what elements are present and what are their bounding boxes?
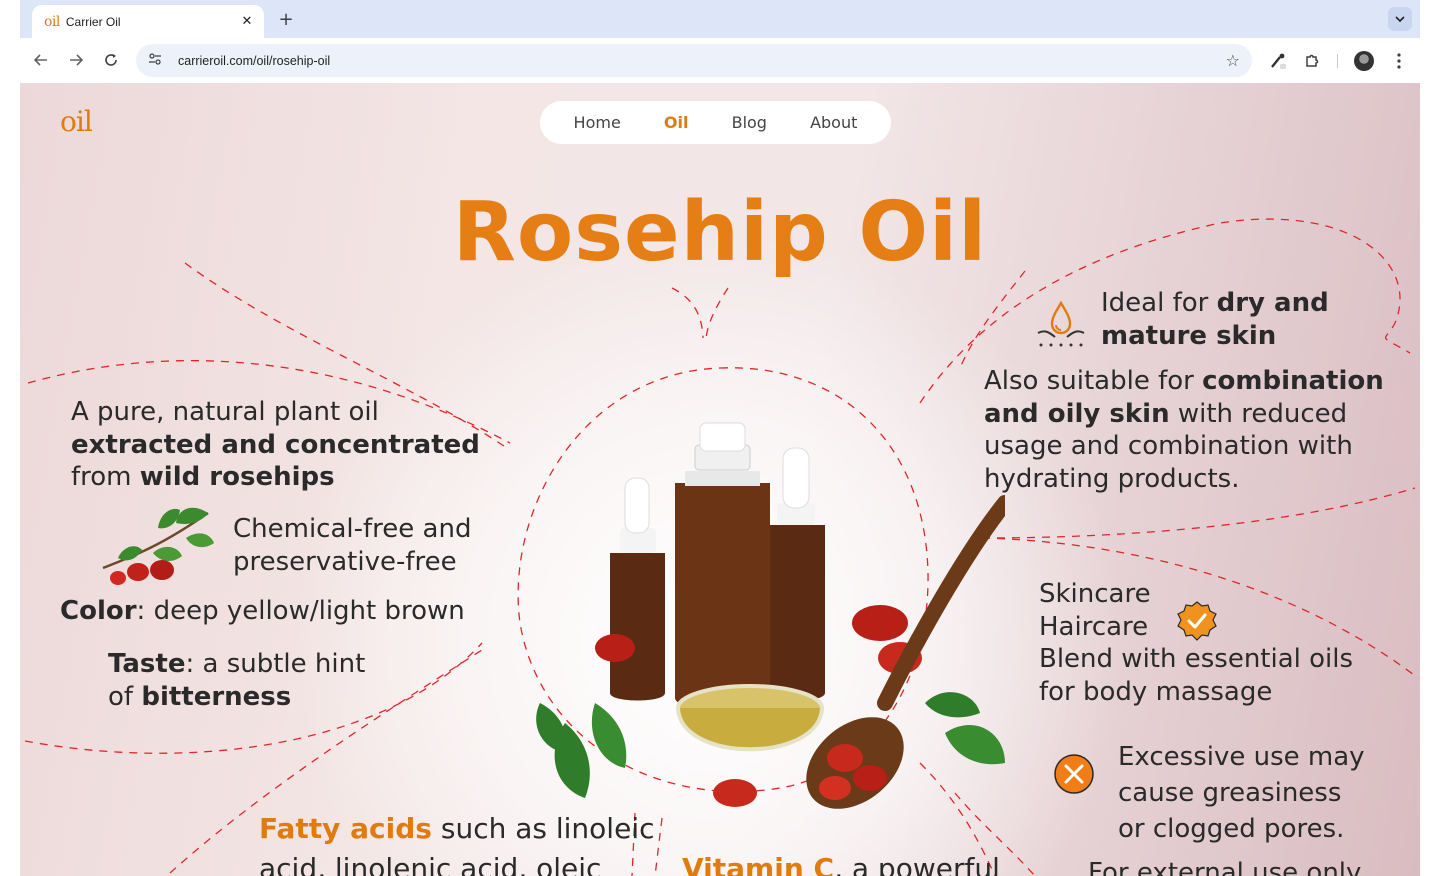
browser-toolbar: carrieroil.com/oil/rosehip-oil ☆ (20, 38, 1420, 83)
taste-label: Taste (108, 649, 186, 679)
color-text: Color: deep yellow/light brown (60, 595, 465, 628)
nav-about[interactable]: About (810, 113, 857, 132)
fatty-acids-line-2: acid, linolenic acid, oleic (259, 852, 602, 876)
ideal-line-1-bold: dry and (1216, 288, 1329, 318)
verified-badge-icon (1177, 601, 1217, 641)
use-blend-line-2: for body massage (1039, 676, 1273, 707)
intro-line-2: extracted and concentrated (71, 429, 480, 460)
warning-text: Excessive use may cause greasiness or cl… (1118, 739, 1365, 847)
browser-chrome: oil Carrier Oil ✕ + carrieroil.com/oil/r… (20, 0, 1420, 83)
close-icon[interactable]: ✕ (238, 14, 256, 29)
nav-home[interactable]: Home (574, 113, 621, 132)
taste-value: : a subtle hint (185, 649, 366, 679)
suitable-line-2: with reduced (1169, 398, 1348, 429)
tab-favicon: oil (44, 13, 60, 30)
toolbar-separator (1337, 54, 1338, 68)
warning-x-icon (1054, 754, 1094, 794)
taste-line-2: of (108, 681, 142, 712)
suitable-line-3: usage and combination with (984, 431, 1353, 461)
arrow-left-icon (34, 54, 47, 66)
extension-pen-icon[interactable] (1266, 49, 1290, 73)
fatty-acids-line-1: such as linoleic (431, 812, 655, 845)
rosehip-branch-icon (102, 507, 214, 585)
vitamin-c-label: Vitamin C (682, 852, 835, 876)
extensions-puzzle-icon[interactable] (1300, 49, 1324, 73)
ideal-text: Ideal for dry and mature skin (1101, 287, 1329, 352)
main-nav: Home Oil Blog About (540, 101, 891, 144)
intro-line-1: A pure, natural plant oil (71, 397, 379, 427)
ideal-line-2: mature skin (1101, 320, 1277, 351)
warning-line-2: cause greasiness (1118, 778, 1342, 808)
chevron-down-icon (1395, 16, 1405, 23)
suitable-text: Also suitable for combination and oily s… (984, 365, 1384, 495)
fatty-acids-label: Fatty acids (259, 812, 432, 845)
chemical-free-line-2: preservative-free (233, 546, 457, 577)
reload-icon (105, 54, 117, 66)
page-title: Rosehip Oil (452, 185, 988, 280)
vitamin-c-desc: , a powerful (834, 852, 1000, 876)
bookmark-star-icon[interactable]: ☆ (1226, 51, 1240, 70)
vitamin-c-text: Vitamin C, a powerful (682, 851, 1000, 876)
taste-line-2-bold: bitterness (141, 681, 292, 712)
use-blend-line-1: Blend with essential oils (1039, 644, 1354, 674)
arrow-right-icon (70, 54, 83, 66)
uses-text: Skincare Haircare Blend with essential o… (1039, 578, 1353, 708)
nav-oil[interactable]: Oil (664, 113, 689, 132)
browser-tab[interactable]: oil Carrier Oil ✕ (32, 5, 264, 38)
kebab-menu-icon[interactable] (1387, 49, 1411, 73)
drop-skin-icon (1037, 300, 1085, 347)
suitable-line-1: Also suitable for (984, 366, 1203, 396)
intro-text: A pure, natural plant oil extracted and … (71, 396, 480, 494)
tab-search-button[interactable] (1388, 7, 1412, 31)
fatty-acids-text: Fatty acids such as linoleic acid, linol… (259, 809, 655, 876)
ideal-line-1: Ideal for (1101, 288, 1217, 318)
intro-line-3-bold: wild rosehips (139, 462, 335, 492)
url-text: carrieroil.com/oil/rosehip-oil (178, 53, 331, 68)
rosehip-oil-product-image (536, 422, 1005, 809)
external-use-text: For external use only (1088, 858, 1362, 876)
taste-text: Taste: a subtle hint of bitterness (108, 648, 365, 713)
suitable-line-4: hydrating products. (984, 463, 1240, 494)
address-bar[interactable]: carrieroil.com/oil/rosehip-oil ☆ (136, 44, 1252, 77)
suitable-line-2-bold: and oily skin (984, 398, 1170, 429)
warning-line-3: or clogged pores. (1118, 814, 1345, 844)
suitable-line-1-bold: combination (1202, 366, 1384, 396)
reload-button[interactable] (100, 49, 122, 71)
color-value: : deep yellow/light brown (136, 596, 465, 626)
chemical-free-text: Chemical-free and preservative-free (233, 513, 471, 578)
chemical-free-line-1: Chemical-free and (233, 514, 472, 544)
site-info-icon[interactable] (148, 53, 168, 68)
nav-blog[interactable]: Blog (732, 113, 767, 132)
site-logo[interactable]: oil (60, 105, 93, 138)
forward-button[interactable] (65, 49, 87, 71)
tab-bar: oil Carrier Oil ✕ + (20, 0, 1420, 38)
tab-title: Carrier Oil (65, 14, 121, 29)
warning-line-1: Excessive use may (1118, 742, 1365, 772)
back-button[interactable] (30, 49, 52, 71)
intro-line-3: from (71, 462, 140, 492)
page: oil Home Oil Blog About Rosehip Oil A pu… (20, 83, 1420, 876)
new-tab-button[interactable]: + (276, 9, 296, 30)
profile-avatar[interactable] (1352, 49, 1376, 73)
color-label: Color (60, 596, 137, 626)
